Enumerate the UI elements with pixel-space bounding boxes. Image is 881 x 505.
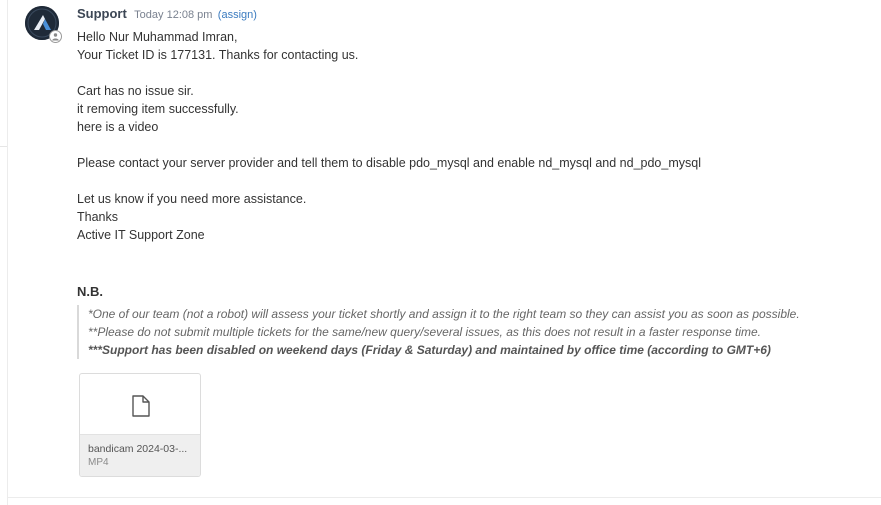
assign-link[interactable]: (assign) <box>218 9 257 21</box>
body-line <box>77 172 701 190</box>
body-line: it removing item successfully. <box>77 102 239 116</box>
message-header: Support Today 12:08 pm (assign) <box>77 6 257 21</box>
nb-notice: *One of our team (not a robot) will asse… <box>77 305 800 359</box>
attachment-card[interactable]: bandicam 2024-03-... MP4 <box>79 373 201 477</box>
message-divider <box>7 497 881 498</box>
body-line: Let us know if you need more assistance. <box>77 192 307 206</box>
avatar[interactable] <box>25 6 62 43</box>
nb-strong-line: ***Support has been disabled on weekend … <box>88 343 771 357</box>
message-timestamp: Today 12:08 pm <box>134 9 213 21</box>
file-icon <box>132 395 150 417</box>
message-body: Hello Nur Muhammad Imran, Your Ticket ID… <box>77 28 701 244</box>
body-line: Your Ticket ID is 177131. Thanks for con… <box>77 48 359 62</box>
body-line: Active IT Support Zone <box>77 228 205 242</box>
body-line: Hello Nur Muhammad Imran, <box>77 30 238 44</box>
user-status-icon <box>49 30 62 43</box>
body-line <box>77 64 701 82</box>
nb-line: **Please do not submit multiple tickets … <box>88 325 761 339</box>
left-divider <box>7 0 8 505</box>
body-line <box>77 136 701 154</box>
body-line: Please contact your server provider and … <box>77 156 701 170</box>
nb-line: *One of our team (not a robot) will asse… <box>88 307 800 321</box>
attachment-meta: bandicam 2024-03-... MP4 <box>80 434 200 476</box>
nb-title: N.B. <box>77 284 103 299</box>
body-line: Cart has no issue sir. <box>77 84 194 98</box>
author-name: Support <box>77 6 127 21</box>
left-divider-tick <box>0 146 7 147</box>
body-line: Thanks <box>77 210 118 224</box>
attachment-file-type: MP4 <box>88 457 109 468</box>
attachment-preview <box>80 374 200 436</box>
body-line: here is a video <box>77 120 159 134</box>
attachment-file-name: bandicam 2024-03-... <box>88 443 188 455</box>
